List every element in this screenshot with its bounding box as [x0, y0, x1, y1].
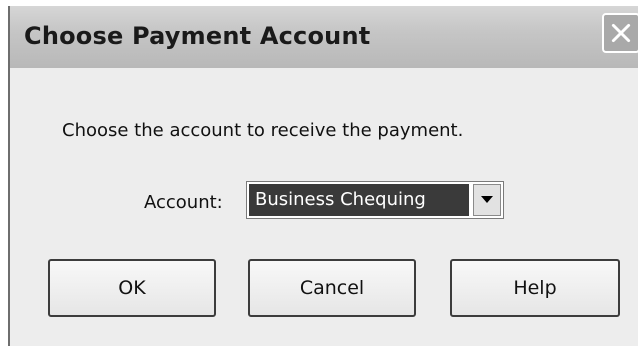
close-icon: [611, 23, 631, 43]
choose-payment-account-dialog: Choose Payment Account Choose the accoun…: [8, 6, 638, 346]
account-selected-value[interactable]: Business Chequing: [249, 184, 469, 216]
title-bar[interactable]: Choose Payment Account: [10, 6, 638, 69]
ok-button[interactable]: OK: [48, 259, 216, 317]
close-button[interactable]: [602, 13, 638, 53]
help-button[interactable]: Help: [450, 259, 620, 317]
dialog-body: Choose the account to receive the paymen…: [10, 68, 638, 346]
chevron-down-icon: [481, 196, 493, 203]
account-select[interactable]: Business Chequing: [246, 181, 504, 219]
dialog-title: Choose Payment Account: [24, 22, 371, 50]
instruction-text: Choose the account to receive the paymen…: [62, 120, 464, 141]
account-dropdown-button[interactable]: [473, 184, 501, 216]
cancel-button[interactable]: Cancel: [248, 259, 416, 317]
account-label: Account:: [144, 192, 223, 213]
